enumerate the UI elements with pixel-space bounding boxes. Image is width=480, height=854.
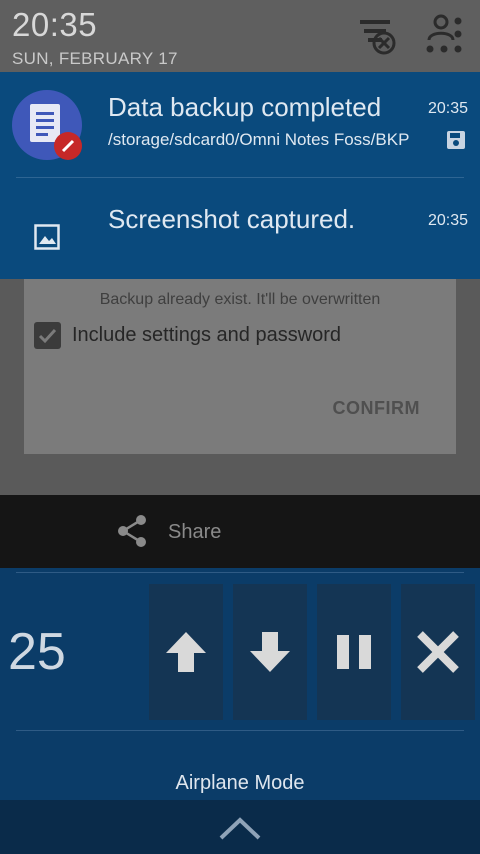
notification-backup[interactable]: Data backup completed 20:35 /storage/sdc…	[0, 72, 480, 178]
notification-time: 20:35	[427, 212, 468, 229]
date: SUN, FEBRUARY 17	[12, 49, 178, 68]
bottom-bar	[0, 800, 480, 854]
notification-screenshot[interactable]: Screenshot captured. 20:35	[0, 178, 480, 279]
share-bar[interactable]: Share	[0, 495, 480, 568]
edit-icon	[54, 132, 82, 160]
notification-title: Screenshot captured.	[108, 204, 356, 234]
share-icon	[118, 515, 146, 547]
quick-settings-icon	[426, 14, 462, 53]
save-icon	[447, 131, 465, 149]
status-header: 20:35 SUN, FEBRUARY 17	[0, 0, 480, 72]
divider	[16, 572, 464, 573]
backup-dialog: Backup already exist. It'll be overwritt…	[24, 279, 456, 454]
notification-title: Data backup completed	[108, 92, 382, 122]
clock: 20:35	[12, 6, 98, 43]
share-label: Share	[168, 521, 222, 543]
close-icon	[417, 631, 459, 673]
pause-button[interactable]	[317, 584, 391, 720]
notification-time: 20:35	[427, 100, 468, 117]
clear-all-icon	[360, 20, 396, 55]
counter-value: 25	[8, 623, 66, 681]
notification-text: /storage/sdcard0/Omni Notes Foss/BKP	[108, 130, 410, 149]
quick-settings-button[interactable]	[422, 12, 466, 58]
checkmark-icon	[38, 328, 57, 344]
airplane-mode-label[interactable]: Airplane Mode	[0, 772, 480, 795]
close-button[interactable]	[401, 584, 475, 720]
pause-icon	[337, 635, 371, 669]
arrow-down-button[interactable]	[233, 584, 307, 720]
omni-notes-app-icon	[12, 90, 82, 160]
confirm-button[interactable]: CONFIRM	[333, 398, 421, 419]
arrow-up-icon	[166, 632, 206, 672]
notification-panel: Data backup completed 20:35 /storage/sdc…	[0, 72, 480, 279]
checkbox-label: Include settings and password	[72, 324, 342, 346]
image-icon	[34, 224, 60, 250]
dialog-message: Backup already exist. It'll be overwritt…	[99, 291, 381, 308]
arrow-up-button[interactable]	[149, 584, 223, 720]
clear-notifications-button[interactable]	[356, 12, 400, 58]
divider	[16, 730, 464, 731]
chevron-up-icon[interactable]	[218, 814, 262, 842]
arrow-down-icon	[250, 632, 290, 672]
quick-controls-panel: 25 Airplane Mode	[0, 568, 480, 800]
include-settings-checkbox[interactable]	[34, 322, 61, 349]
